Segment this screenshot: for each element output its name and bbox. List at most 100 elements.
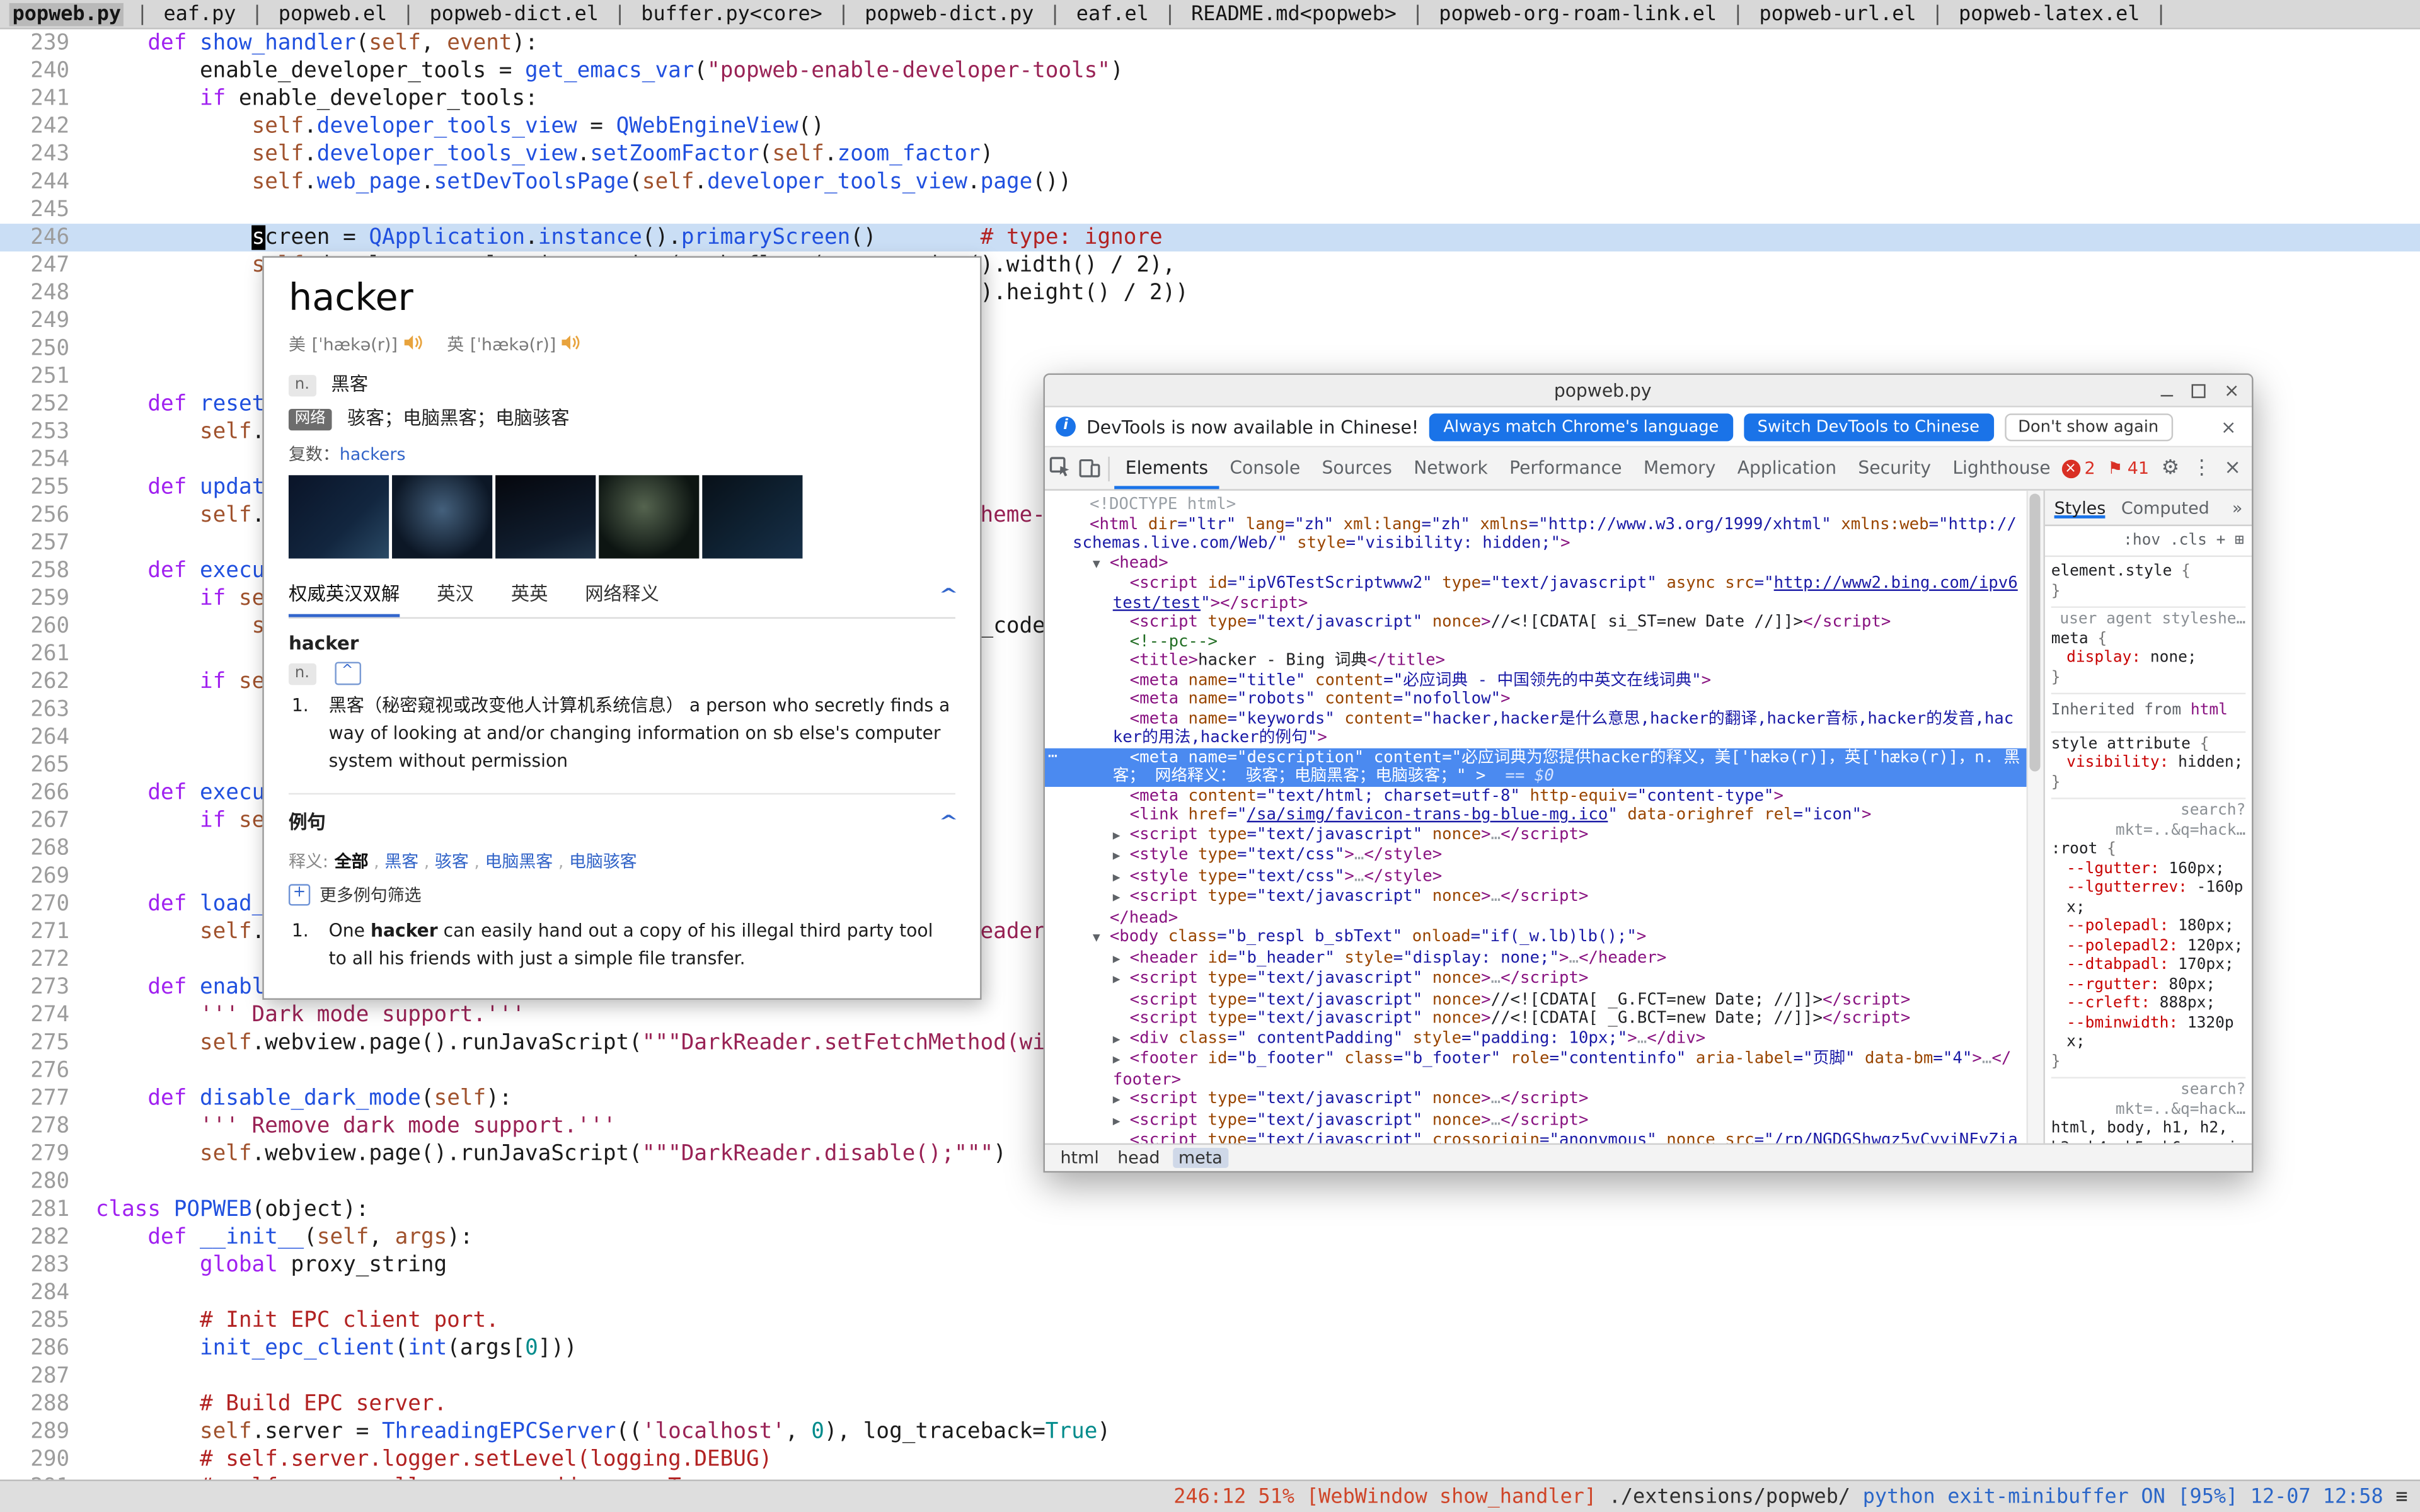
devtools-tree-node[interactable]: <meta content="text/html; charset=utf-8"… xyxy=(1045,786,2027,806)
maximize-icon[interactable] xyxy=(2191,384,2205,398)
collapse-box-icon[interactable]: ^ xyxy=(334,662,360,685)
collapse-section-icon[interactable]: ^ xyxy=(938,584,959,604)
console-error-badge[interactable]: ×2 xyxy=(2061,458,2095,478)
dict-image-thumbnail[interactable] xyxy=(495,475,596,558)
stylesheet-origin-link[interactable]: search?mkt=..&q=hack… xyxy=(2051,1082,2246,1120)
buffer-tab[interactable]: README.md<popweb> xyxy=(1188,3,1400,26)
buffer-tab[interactable]: popweb-dict.el xyxy=(427,3,602,26)
buffer-tab[interactable]: eaf.el xyxy=(1073,3,1152,26)
devtools-tab-network[interactable]: Network xyxy=(1403,447,1499,489)
dict-image-thumbnail[interactable] xyxy=(289,475,389,558)
expand-arrow-icon[interactable]: ▶ xyxy=(1113,1111,1130,1131)
code-line[interactable]: 239 def show_handler(self, event): xyxy=(0,30,2420,57)
buffer-tab[interactable]: popweb-url.el xyxy=(1756,3,1920,26)
css-property[interactable]: --dtabpadl: 170px; xyxy=(2051,956,2246,976)
devtools-tree-node[interactable]: ▶<script type="text/javascript" nonce>…<… xyxy=(1045,1089,2027,1110)
close-icon[interactable]: × xyxy=(2224,381,2240,399)
buffer-tab[interactable]: popweb-latex.el xyxy=(1956,3,2143,26)
devtools-tab-sources[interactable]: Sources xyxy=(1311,447,1403,489)
dict-tab[interactable]: 英汉 xyxy=(437,571,474,617)
css-property[interactable]: --polepadl2: 120px; xyxy=(2051,937,2246,957)
devtools-close-icon[interactable]: × xyxy=(2224,457,2241,480)
sense-filter-link[interactable]: 电脑黑客 xyxy=(485,852,553,873)
code-line[interactable]: 282 def __init__(self, args): xyxy=(0,1223,2420,1251)
expand-arrow-icon[interactable]: ▶ xyxy=(1113,868,1130,888)
dict-tab[interactable]: 权威英汉双解 xyxy=(289,571,400,617)
code-line[interactable]: 283 global proxy_string xyxy=(0,1251,2420,1279)
css-property[interactable]: --crleft: 888px; xyxy=(2051,995,2246,1015)
code-line[interactable]: 241 if enable_developer_tools: xyxy=(0,85,2420,113)
devtools-tree-node[interactable]: <meta name="keywords" content="hacker,ha… xyxy=(1045,709,2027,747)
styles-filter-chip[interactable]: :hov xyxy=(2123,532,2170,549)
devtools-tree-node[interactable]: ▼<body class="b_respl b_sbText" onload="… xyxy=(1045,927,2027,948)
match-language-button[interactable]: Always match Chrome's language xyxy=(1429,413,1732,440)
code-line[interactable]: 245 xyxy=(0,196,2420,224)
sense-filter-link[interactable]: 黑客 xyxy=(384,852,418,873)
devtools-tree-node[interactable]: <link href="/sa/simg/favicon-trans-bg-bl… xyxy=(1045,805,2027,825)
devtools-tree-node[interactable]: ▶<script type="text/javascript" nonce>…<… xyxy=(1045,825,2027,845)
code-line[interactable]: 286 init_epc_client(int(args[0])) xyxy=(0,1334,2420,1362)
breadcrumb-head[interactable]: head xyxy=(1111,1148,1166,1168)
code-line[interactable]: 242 self.developer_tools_view = QWebEngi… xyxy=(0,113,2420,140)
devtools-tree-node[interactable]: <!--pc--> xyxy=(1045,632,2027,651)
css-property[interactable]: --lgutterrev: -160px; xyxy=(2051,879,2246,918)
devtools-tree-node[interactable]: <script type="text/javascript" crossorig… xyxy=(1045,1131,2027,1143)
breadcrumb-meta[interactable]: meta xyxy=(1172,1148,1229,1168)
buffer-tab[interactable]: popweb.py xyxy=(9,3,124,26)
devtools-tab-lighthouse[interactable]: Lighthouse xyxy=(1942,447,2061,489)
devtools-tree-node[interactable]: <meta name="title" content="必应词典 - 中国领先的… xyxy=(1045,670,2027,690)
tab-computed[interactable]: Computed xyxy=(2121,498,2210,518)
speaker-icon[interactable] xyxy=(404,334,422,354)
sense-filter-link[interactable]: 骇客 xyxy=(435,852,469,873)
minimize-icon[interactable] xyxy=(2160,385,2173,396)
devtools-tree-node[interactable]: <script type="text/javascript" nonce>//<… xyxy=(1045,990,2027,1009)
expand-arrow-icon[interactable]: ▼ xyxy=(1093,929,1110,948)
devtools-tree-node[interactable]: </head> xyxy=(1045,908,2027,927)
sense-filter-link[interactable]: 电脑骇客 xyxy=(569,852,637,873)
sense-filter-link[interactable]: 全部 xyxy=(335,852,369,873)
dict-tab[interactable]: 英英 xyxy=(511,571,548,617)
devtools-tree-node[interactable]: <script id="ipV6TestScriptwww2" type="te… xyxy=(1045,574,2027,612)
issues-badge[interactable]: ⚑41 xyxy=(2107,458,2149,478)
devtools-tree-node[interactable]: <html dir="ltr" lang="zh" xml:lang="zh" … xyxy=(1045,515,2027,553)
devtools-tree-node[interactable]: <script type="text/javascript" nonce>//<… xyxy=(1045,612,2027,632)
devtools-tree-node[interactable]: <meta name="robots" content="nofollow"> xyxy=(1045,690,2027,709)
code-line[interactable]: 284 xyxy=(0,1279,2420,1307)
speaker-icon[interactable] xyxy=(562,334,580,354)
code-line[interactable]: 287 xyxy=(0,1362,2420,1390)
devtools-tree-node[interactable]: ▶<div class=" contentPadding" style="pad… xyxy=(1045,1028,2027,1049)
devtools-tab-console[interactable]: Console xyxy=(1219,447,1311,489)
kebab-menu-icon[interactable]: ⋮ xyxy=(2192,457,2212,480)
dont-show-again-button[interactable]: Don't show again xyxy=(2004,413,2172,440)
code-line[interactable]: 240 enable_developer_tools = get_emacs_v… xyxy=(0,57,2420,85)
expand-arrow-icon[interactable]: ▶ xyxy=(1113,1030,1130,1050)
devtools-tree-node[interactable]: <title>hacker - Bing 词典</title> xyxy=(1045,651,2027,670)
code-line[interactable]: 285 # Init EPC client port. xyxy=(0,1307,2420,1334)
styles-filter-chip[interactable]: + xyxy=(2216,532,2226,549)
dict-image-thumbnail[interactable] xyxy=(702,475,802,558)
buffer-tab[interactable]: popweb-dict.py xyxy=(861,3,1037,26)
inspect-element-icon[interactable] xyxy=(1045,457,1075,480)
css-property[interactable]: --lgutter: 160px; xyxy=(2051,860,2246,879)
device-toolbar-icon[interactable] xyxy=(1075,457,1104,479)
expand-arrow-icon[interactable]: ▼ xyxy=(1093,554,1110,574)
buffer-tab[interactable]: eaf.py xyxy=(161,3,239,26)
code-line[interactable]: 243 self.developer_tools_view.setZoomFac… xyxy=(0,140,2420,168)
breadcrumb-html[interactable]: html xyxy=(1054,1148,1105,1168)
collapse-section-icon[interactable]: ^ xyxy=(938,812,959,832)
expand-arrow-icon[interactable]: ▶ xyxy=(1113,889,1130,908)
dict-image-thumbnail[interactable] xyxy=(392,475,492,558)
css-property[interactable]: --polepadl: 180px; xyxy=(2051,918,2246,937)
devtools-tab-performance[interactable]: Performance xyxy=(1499,447,1633,489)
css-property[interactable]: display: none; xyxy=(2051,650,2246,669)
inherited-node-link[interactable]: html xyxy=(2191,702,2228,719)
devtools-tree-node[interactable]: ▶<style type="text/css">…</style> xyxy=(1045,866,2027,887)
devtools-tree-node[interactable]: ▶<script type="text/javascript" nonce>…<… xyxy=(1045,1110,2027,1131)
buffer-tab[interactable]: popweb-org-roam-link.el xyxy=(1436,3,1720,26)
expand-arrow-icon[interactable]: ▶ xyxy=(1113,847,1130,866)
expand-arrow-icon[interactable]: ▶ xyxy=(1113,970,1130,990)
expand-arrow-icon[interactable]: ▶ xyxy=(1113,1091,1130,1110)
grid-icon[interactable]: ⊞ xyxy=(2235,532,2244,549)
stylesheet-origin-link[interactable]: search?mkt=..&q=hack… xyxy=(2051,802,2246,840)
devtools-tab-elements[interactable]: Elements xyxy=(1115,447,1219,489)
